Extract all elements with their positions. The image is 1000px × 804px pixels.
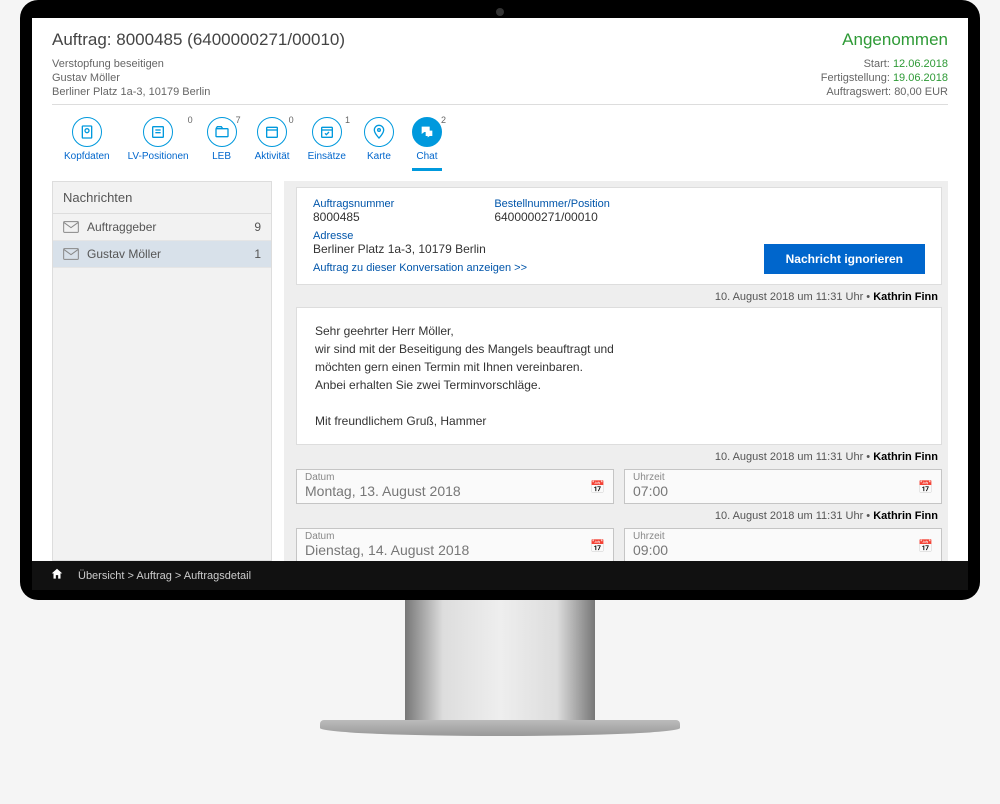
sidebar: Nachrichten Auftraggeber 9 Gustav Möller…	[52, 181, 272, 561]
tab-label: Aktivität	[255, 151, 290, 162]
tab-leb[interactable]: 7 LEB	[207, 117, 237, 171]
page-title: Auftrag: 8000485 (6400000271/00010)	[52, 30, 345, 50]
address-label: Adresse	[313, 230, 925, 242]
sidebar-item-label: Gustav Möller	[87, 247, 161, 261]
tab-label: Einsätze	[308, 151, 346, 162]
main-panel: Auftragsnummer 8000485 Bestellnummer/Pos…	[284, 181, 948, 561]
order-desc: Verstopfung beseitigen	[52, 58, 164, 70]
tab-chat[interactable]: 2 Chat	[412, 117, 442, 171]
time-value: 09:00	[633, 542, 933, 558]
time-label: Uhrzeit	[633, 531, 933, 542]
date-field[interactable]: Datum Montag, 13. August 2018 📅	[296, 469, 614, 504]
end-date: 19.06.2018	[893, 72, 948, 84]
sidebar-item-count: 9	[254, 220, 261, 234]
list-icon	[143, 117, 173, 147]
folder-icon	[207, 117, 237, 147]
date-value: Montag, 13. August 2018	[305, 483, 605, 499]
start-date: 12.06.2018	[893, 58, 948, 70]
tab-label: LV-Positionen	[128, 151, 189, 162]
tab-einsaetze[interactable]: 1 Einsätze	[308, 117, 346, 171]
value-label: Auftragswert:	[826, 86, 891, 98]
sidebar-title: Nachrichten	[53, 182, 271, 214]
time-value: 07:00	[633, 483, 933, 499]
calendar-icon	[257, 117, 287, 147]
divider	[52, 104, 948, 105]
message-meta: 10. August 2018 um 11:31 Uhr • Kathrin F…	[296, 285, 942, 307]
breadcrumb: Übersicht > Auftrag > Auftragsdetail	[32, 561, 968, 590]
badge: 1	[345, 115, 350, 125]
tab-lv-positionen[interactable]: 0 LV-Positionen	[128, 117, 189, 171]
home-icon[interactable]	[50, 567, 64, 584]
map-pin-icon	[364, 117, 394, 147]
sidebar-item-count: 1	[254, 247, 261, 261]
order-num-label: Auftragsnummer	[313, 198, 394, 210]
start-label: Start:	[864, 58, 890, 70]
document-icon	[72, 117, 102, 147]
monitor-base	[320, 720, 680, 736]
badge: 7	[236, 115, 241, 125]
status-badge: Angenommen	[842, 30, 948, 50]
date-label: Datum	[305, 531, 605, 542]
sidebar-item-gustav[interactable]: Gustav Möller 1	[53, 241, 271, 268]
date-meta: 10. August 2018 um 11:31 Uhr • Kathrin F…	[296, 445, 942, 467]
customer-address: Berliner Platz 1a-3, 10179 Berlin	[52, 86, 210, 98]
tab-label: Karte	[367, 151, 391, 162]
time-field[interactable]: Uhrzeit 09:00 📅	[624, 528, 942, 561]
position-value: 6400000271/00010	[494, 210, 610, 224]
time-label: Uhrzeit	[633, 472, 933, 483]
order-value: 80,00 EUR	[894, 86, 948, 98]
calendar-icon: 📅	[918, 480, 933, 494]
sidebar-item-label: Auftraggeber	[87, 220, 156, 234]
position-label: Bestellnummer/Position	[494, 198, 610, 210]
date-field[interactable]: Datum Dienstag, 14. August 2018 📅	[296, 528, 614, 561]
tab-label: LEB	[212, 151, 231, 162]
badge: 0	[188, 115, 193, 125]
sidebar-item-auftraggeber[interactable]: Auftraggeber 9	[53, 214, 271, 241]
calendar-icon: 📅	[590, 539, 605, 553]
badge: 0	[289, 115, 294, 125]
chat-icon	[412, 117, 442, 147]
tab-kopfdaten[interactable]: Kopfdaten	[64, 117, 110, 171]
date-value: Dienstag, 14. August 2018	[305, 542, 605, 558]
envelope-icon	[63, 221, 79, 233]
tab-label: Chat	[416, 151, 437, 162]
tab-aktivitaet[interactable]: 0 Aktivität	[255, 117, 290, 171]
date-meta: 10. August 2018 um 11:31 Uhr • Kathrin F…	[296, 504, 942, 526]
badge: 2	[441, 115, 446, 125]
envelope-icon	[63, 248, 79, 260]
time-field[interactable]: Uhrzeit 07:00 📅	[624, 469, 942, 504]
camera-dot	[496, 8, 504, 16]
calendar-icon: 📅	[590, 480, 605, 494]
tab-karte[interactable]: Karte	[364, 117, 394, 171]
tab-bar: Kopfdaten 0 LV-Positionen 7 LEB 0	[52, 113, 948, 171]
ignore-button[interactable]: Nachricht ignorieren	[764, 244, 925, 274]
tab-label: Kopfdaten	[64, 151, 110, 162]
calendar-icon: 📅	[918, 539, 933, 553]
breadcrumb-text[interactable]: Übersicht > Auftrag > Auftragsdetail	[78, 570, 251, 582]
monitor-stand	[405, 600, 595, 720]
calendar-check-icon	[312, 117, 342, 147]
message-body: Sehr geehrter Herr Möller, wir sind mit …	[296, 307, 942, 445]
info-card: Auftragsnummer 8000485 Bestellnummer/Pos…	[296, 187, 942, 285]
date-label: Datum	[305, 472, 605, 483]
customer-name: Gustav Möller	[52, 72, 120, 84]
end-label: Fertigstellung:	[821, 72, 890, 84]
order-num: 8000485	[313, 210, 394, 224]
